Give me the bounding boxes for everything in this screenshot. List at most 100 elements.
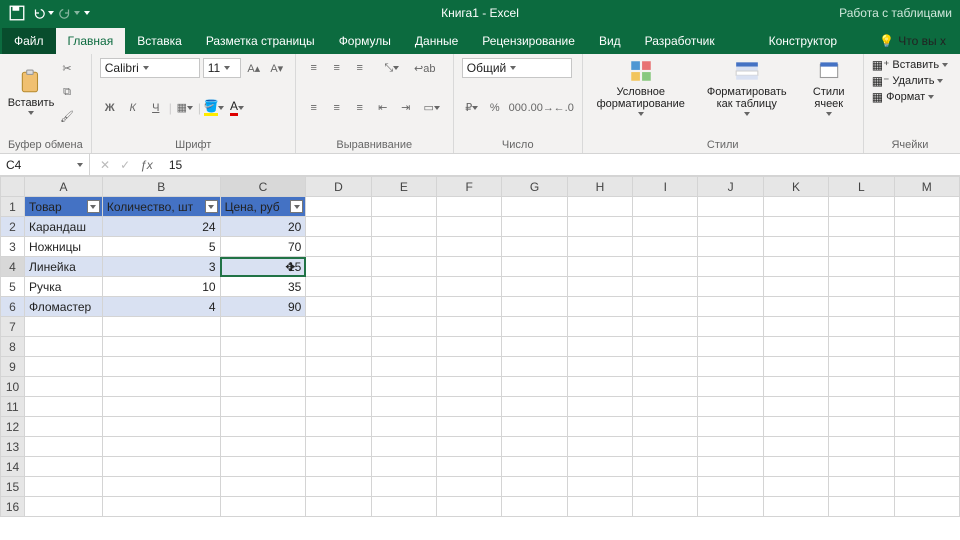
table-row[interactable]: 1 Товар Количество, шт Цена, руб: [1, 197, 960, 217]
decrease-indent-icon[interactable]: ⇤: [373, 98, 393, 118]
number-format-combo[interactable]: Общий: [462, 58, 572, 78]
italic-button[interactable]: К: [123, 98, 143, 118]
ribbon: Вставить ✂ ⧉ 🖌 Буфер обмена Calibri 11 A…: [0, 54, 960, 154]
align-middle-icon[interactable]: ≡: [327, 58, 347, 78]
cancel-icon[interactable]: ✕: [100, 158, 110, 172]
cut-icon[interactable]: ✂: [57, 58, 77, 78]
col-header[interactable]: C: [220, 177, 306, 197]
tab-review[interactable]: Рецензирование: [470, 28, 587, 54]
tab-design[interactable]: Конструктор: [757, 28, 849, 54]
format-cells-button[interactable]: ▦Формат: [872, 90, 948, 104]
filter-icon[interactable]: [290, 200, 303, 213]
redo-icon[interactable]: [58, 3, 80, 23]
wrap-text-icon[interactable]: ↩ab: [412, 58, 438, 78]
table-row[interactable]: 11: [1, 397, 960, 417]
col-header[interactable]: I: [633, 177, 698, 197]
currency-icon[interactable]: ₽: [462, 98, 482, 118]
merge-icon[interactable]: ▭: [419, 98, 445, 118]
table-row[interactable]: 9: [1, 357, 960, 377]
tab-developer[interactable]: Разработчик: [633, 28, 727, 54]
delete-cells-button[interactable]: ▦⁻Удалить: [872, 74, 948, 88]
group-cells-label: Ячейки: [872, 137, 948, 151]
tab-home[interactable]: Главная: [56, 28, 126, 54]
table-row[interactable]: 5Ручка1035: [1, 277, 960, 297]
comma-icon[interactable]: 000: [508, 98, 528, 118]
increase-indent-icon[interactable]: ⇥: [396, 98, 416, 118]
table-row[interactable]: 4Линейка315✥: [1, 257, 960, 277]
percent-icon[interactable]: %: [485, 98, 505, 118]
tell-me[interactable]: 💡 Что вы х: [867, 28, 958, 54]
decrease-font-icon[interactable]: A▾: [267, 58, 287, 78]
group-alignment-label: Выравнивание: [304, 137, 445, 151]
col-header[interactable]: L: [829, 177, 894, 197]
table-row[interactable]: 10: [1, 377, 960, 397]
insert-cells-button[interactable]: ▦⁺Вставить: [872, 58, 948, 72]
conditional-formatting-button[interactable]: Условное форматирование: [591, 58, 691, 116]
fill-color-icon[interactable]: 🪣: [204, 98, 224, 118]
align-right-icon[interactable]: ≡: [350, 98, 370, 118]
align-left-icon[interactable]: ≡: [304, 98, 324, 118]
align-top-icon[interactable]: ≡: [304, 58, 324, 78]
format-as-table-button[interactable]: Форматировать как таблицу: [699, 58, 795, 116]
col-header[interactable]: J: [698, 177, 763, 197]
group-styles-label: Стили: [591, 137, 855, 151]
tab-view[interactable]: Вид: [587, 28, 633, 54]
group-font: Calibri 11 A▴ A▾ Ж К Ч | ▦ | 🪣 A Шрифт: [92, 54, 296, 153]
align-center-icon[interactable]: ≡: [327, 98, 347, 118]
enter-icon[interactable]: ✓: [120, 158, 130, 172]
col-header[interactable]: K: [763, 177, 828, 197]
border-icon[interactable]: ▦: [175, 98, 195, 118]
select-all-corner[interactable]: [1, 177, 25, 197]
decrease-decimal-icon[interactable]: ←.0: [554, 98, 574, 118]
worksheet[interactable]: A B C D E F G H I J K L M 1 Товар Количе…: [0, 176, 960, 517]
table-row[interactable]: 13: [1, 437, 960, 457]
col-header[interactable]: M: [894, 177, 960, 197]
table-row[interactable]: 12: [1, 417, 960, 437]
increase-font-icon[interactable]: A▴: [244, 58, 264, 78]
save-icon[interactable]: [6, 3, 28, 23]
tab-formulas[interactable]: Формулы: [327, 28, 403, 54]
undo-icon[interactable]: [32, 3, 54, 23]
col-header[interactable]: G: [502, 177, 567, 197]
font-name-combo[interactable]: Calibri: [100, 58, 200, 78]
table-row[interactable]: 7: [1, 317, 960, 337]
tab-data[interactable]: Данные: [403, 28, 470, 54]
tab-file[interactable]: Файл: [2, 28, 56, 54]
filter-icon[interactable]: [205, 200, 218, 213]
font-color-icon[interactable]: A: [227, 98, 247, 118]
name-box[interactable]: C4: [0, 154, 90, 175]
table-row[interactable]: 14: [1, 457, 960, 477]
cell-styles-button[interactable]: Стили ячеек: [803, 58, 855, 116]
table-row[interactable]: 3Ножницы570: [1, 237, 960, 257]
format-painter-icon[interactable]: 🖌: [57, 106, 77, 126]
tab-page-layout[interactable]: Разметка страницы: [194, 28, 327, 54]
paste-button[interactable]: Вставить: [8, 69, 54, 115]
qat-customize-icon[interactable]: [84, 11, 90, 15]
tab-insert[interactable]: Вставка: [125, 28, 194, 54]
formula-input[interactable]: 15: [163, 158, 960, 172]
insert-cells-icon: ▦⁺: [872, 58, 890, 72]
table-row[interactable]: 16: [1, 497, 960, 517]
font-size-combo[interactable]: 11: [203, 58, 241, 78]
underline-button[interactable]: Ч: [146, 98, 166, 118]
increase-decimal-icon[interactable]: .00→: [531, 98, 551, 118]
copy-icon[interactable]: ⧉: [57, 82, 77, 102]
active-cell[interactable]: 15✥: [220, 257, 306, 277]
orientation-icon[interactable]: ⤡: [382, 58, 402, 78]
align-bottom-icon[interactable]: ≡: [350, 58, 370, 78]
fx-icon[interactable]: ƒx: [140, 158, 153, 172]
col-header[interactable]: B: [102, 177, 220, 197]
bold-button[interactable]: Ж: [100, 98, 120, 118]
table-row[interactable]: 15: [1, 477, 960, 497]
col-header[interactable]: F: [437, 177, 502, 197]
col-header[interactable]: A: [25, 177, 103, 197]
table-row[interactable]: 6Фломастер490: [1, 297, 960, 317]
col-header[interactable]: H: [567, 177, 632, 197]
ribbon-tabs: Файл Главная Вставка Разметка страницы Ф…: [0, 26, 960, 54]
col-header[interactable]: E: [371, 177, 436, 197]
table-row[interactable]: 2Карандаш2420: [1, 217, 960, 237]
col-header[interactable]: D: [306, 177, 371, 197]
table-row[interactable]: 8: [1, 337, 960, 357]
grid-table: A B C D E F G H I J K L M 1 Товар Количе…: [0, 176, 960, 517]
filter-icon[interactable]: [87, 200, 100, 213]
